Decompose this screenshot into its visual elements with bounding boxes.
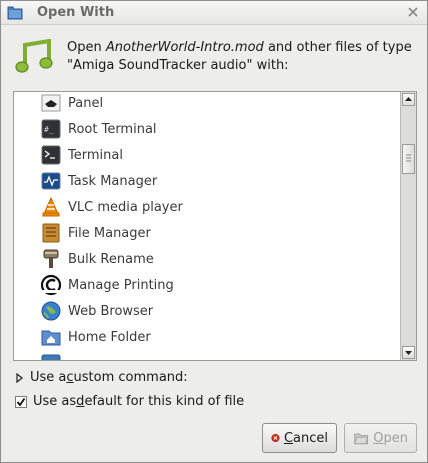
list-item[interactable]: Panel — [14, 92, 400, 116]
list-item[interactable]: #_ Root Terminal — [14, 116, 400, 142]
vlc-icon — [42, 196, 60, 217]
app-label: Root Terminal — [68, 121, 157, 137]
file-type-line: "Amiga SoundTracker audio" with: — [67, 58, 289, 73]
arrow-up-icon — [405, 97, 412, 101]
application-list[interactable]: Panel #_ Root Terminal Terminal Task Man… — [13, 91, 417, 361]
open-button[interactable]: Open — [344, 423, 417, 453]
window-title: Open With — [37, 5, 115, 20]
cancel-icon — [271, 433, 280, 443]
scroll-thumb[interactable] — [402, 144, 415, 174]
list-item[interactable]: Terminal — [14, 142, 400, 168]
scroll-down-button[interactable] — [402, 346, 415, 359]
close-icon — [408, 7, 418, 17]
web-browser-icon — [41, 301, 61, 321]
app-label: Bulk Rename — [68, 251, 154, 267]
list-item[interactable]: Task Manager — [14, 168, 400, 194]
cancel-label: ancel — [293, 430, 328, 446]
open-mnemonic: O — [373, 430, 384, 446]
message-suffix: and other files of type — [263, 40, 412, 55]
app-label: Terminal — [68, 147, 123, 163]
app-label: File Manager — [68, 225, 151, 241]
default-label-post: efault for this kind of file — [84, 394, 245, 409]
file-name: AnotherWorld-Intro.mod — [105, 40, 264, 55]
expander-label-pre: Use a — [30, 370, 67, 385]
dialog-message: Open AnotherWorld-Intro.mod and other fi… — [67, 39, 417, 75]
application-list-viewport: Panel #_ Root Terminal Terminal Task Man… — [14, 92, 400, 360]
task-manager-icon — [41, 172, 61, 190]
arrow-down-icon — [405, 351, 412, 355]
audio-file-icon — [15, 39, 53, 73]
default-checkbox-row[interactable]: Use as d efault for this kind of file — [15, 394, 244, 409]
list-item[interactable] — [14, 350, 400, 360]
printing-icon — [40, 274, 62, 296]
root-terminal-icon: #_ — [41, 119, 61, 139]
cancel-button[interactable]: Cancel — [262, 423, 337, 453]
cancel-mnemonic: C — [283, 430, 294, 446]
open-icon — [354, 433, 369, 445]
list-item[interactable]: Web Browser — [14, 298, 400, 324]
app-label: Manage Printing — [68, 277, 174, 293]
default-label-pre: Use as — [33, 394, 77, 409]
app-label: Panel — [68, 95, 104, 111]
list-item[interactable]: VLC media player — [14, 194, 400, 220]
list-item[interactable]: File Manager — [14, 220, 400, 246]
bulk-rename-icon — [43, 249, 59, 268]
app-label: VLC media player — [68, 199, 183, 215]
grip-icon — [406, 154, 411, 162]
message-prefix: Open — [67, 40, 106, 55]
list-item[interactable]: Bulk Rename — [14, 246, 400, 272]
default-checkbox[interactable] — [15, 395, 27, 408]
home-folder-icon — [41, 330, 61, 346]
app-label: Task Manager — [68, 173, 158, 189]
panel-icon — [41, 94, 61, 112]
app-label: Web Browser — [68, 303, 154, 319]
custom-command-expander[interactable]: Use a c ustom command: — [15, 370, 188, 385]
list-item[interactable]: Home Folder — [14, 324, 400, 350]
expander-arrow-icon — [16, 372, 23, 383]
list-item[interactable]: Manage Printing — [14, 272, 400, 298]
scroll-up-button[interactable] — [402, 93, 415, 106]
file-manager-icon — [42, 223, 60, 243]
close-button[interactable] — [405, 4, 421, 20]
vertical-scrollbar[interactable] — [400, 92, 416, 360]
title-bar: Open With — [1, 1, 427, 25]
folder-icon — [7, 6, 23, 20]
terminal-icon — [41, 145, 61, 165]
default-mnemonic: d — [76, 394, 85, 409]
open-with-dialog: Open With Open AnotherWorld-Intro.mod an… — [0, 0, 428, 463]
partial-item-icon — [41, 354, 61, 360]
expander-label-post: ustom command: — [73, 370, 188, 385]
checkmark-icon — [16, 397, 26, 406]
app-label: Home Folder — [68, 329, 151, 345]
svg-text:#_: #_ — [44, 125, 54, 134]
expander-mnemonic: c — [66, 370, 74, 385]
open-label: pen — [383, 430, 409, 446]
